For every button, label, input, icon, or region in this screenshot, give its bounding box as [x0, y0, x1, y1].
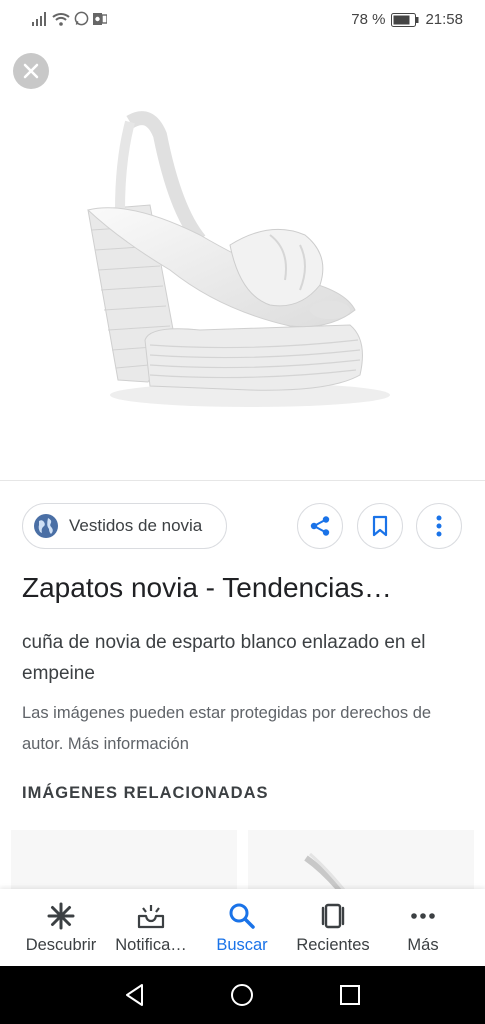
nav-recents-label: Recientes [296, 936, 370, 954]
system-navigation-bar [0, 966, 485, 1024]
recent-tabs-icon [321, 903, 345, 929]
status-icons-left [32, 11, 107, 26]
share-button[interactable] [297, 503, 343, 549]
whatsapp-icon [74, 11, 89, 26]
recent-apps-icon[interactable] [339, 984, 361, 1006]
home-icon[interactable] [230, 983, 254, 1007]
save-bookmark-button[interactable] [357, 503, 403, 549]
wifi-icon [52, 12, 70, 26]
more-horizontal-icon [411, 913, 435, 919]
nav-discover-label: Descubrir [25, 936, 97, 954]
inbox-icon [137, 905, 165, 929]
result-description: cuña de novia de esparto blanco enlazado… [22, 632, 426, 684]
source-label: Vestidos de novia [69, 516, 203, 535]
nav-search-label: Buscar [216, 936, 268, 954]
bottom-navigation: Descubrir Notifica… Buscar Recientes Más [0, 889, 485, 966]
nav-search[interactable]: Buscar [196, 889, 288, 966]
related-image-thumbnail[interactable] [248, 830, 474, 892]
divider [0, 480, 485, 481]
nav-notifications[interactable]: Notifica… [105, 889, 197, 966]
preview-image[interactable] [0, 40, 485, 480]
nav-notifications-label: Notifica… [115, 936, 187, 954]
close-icon [23, 63, 39, 79]
sandal-image [86, 111, 390, 407]
nav-recents[interactable]: Recientes [287, 889, 379, 966]
share-icon [310, 516, 330, 536]
copyright-notice[interactable]: Las imágenes pueden estar protegidas por… [22, 698, 467, 760]
related-images-heading: IMÁGENES RELACIONADAS [22, 784, 269, 802]
more-options-button[interactable] [416, 503, 462, 549]
asterisk-icon [47, 902, 75, 930]
bookmark-icon [372, 515, 388, 537]
clock: 21:58 [425, 11, 463, 28]
status-bar: 78 % 21:58 [0, 0, 485, 40]
nav-more[interactable]: Más [377, 889, 469, 966]
nav-discover[interactable]: Descubrir [15, 889, 107, 966]
result-title[interactable]: Zapatos novia - Tendencias… [22, 572, 392, 604]
more-vertical-icon [436, 515, 442, 537]
signal-icon [32, 11, 46, 26]
close-button[interactable] [13, 53, 49, 89]
related-image-thumbnail[interactable] [11, 830, 237, 890]
search-icon [229, 903, 255, 929]
related-image-preview [304, 852, 346, 892]
status-icons-right: 78 % 21:58 [351, 11, 463, 28]
back-icon[interactable] [122, 982, 148, 1008]
globe-icon [34, 514, 58, 538]
battery-percent: 78 % [351, 11, 386, 28]
nav-more-label: Más [407, 936, 439, 954]
outlook-icon [93, 12, 107, 25]
battery-icon [391, 12, 419, 27]
source-chip[interactable]: Vestidos de novia [22, 503, 227, 549]
